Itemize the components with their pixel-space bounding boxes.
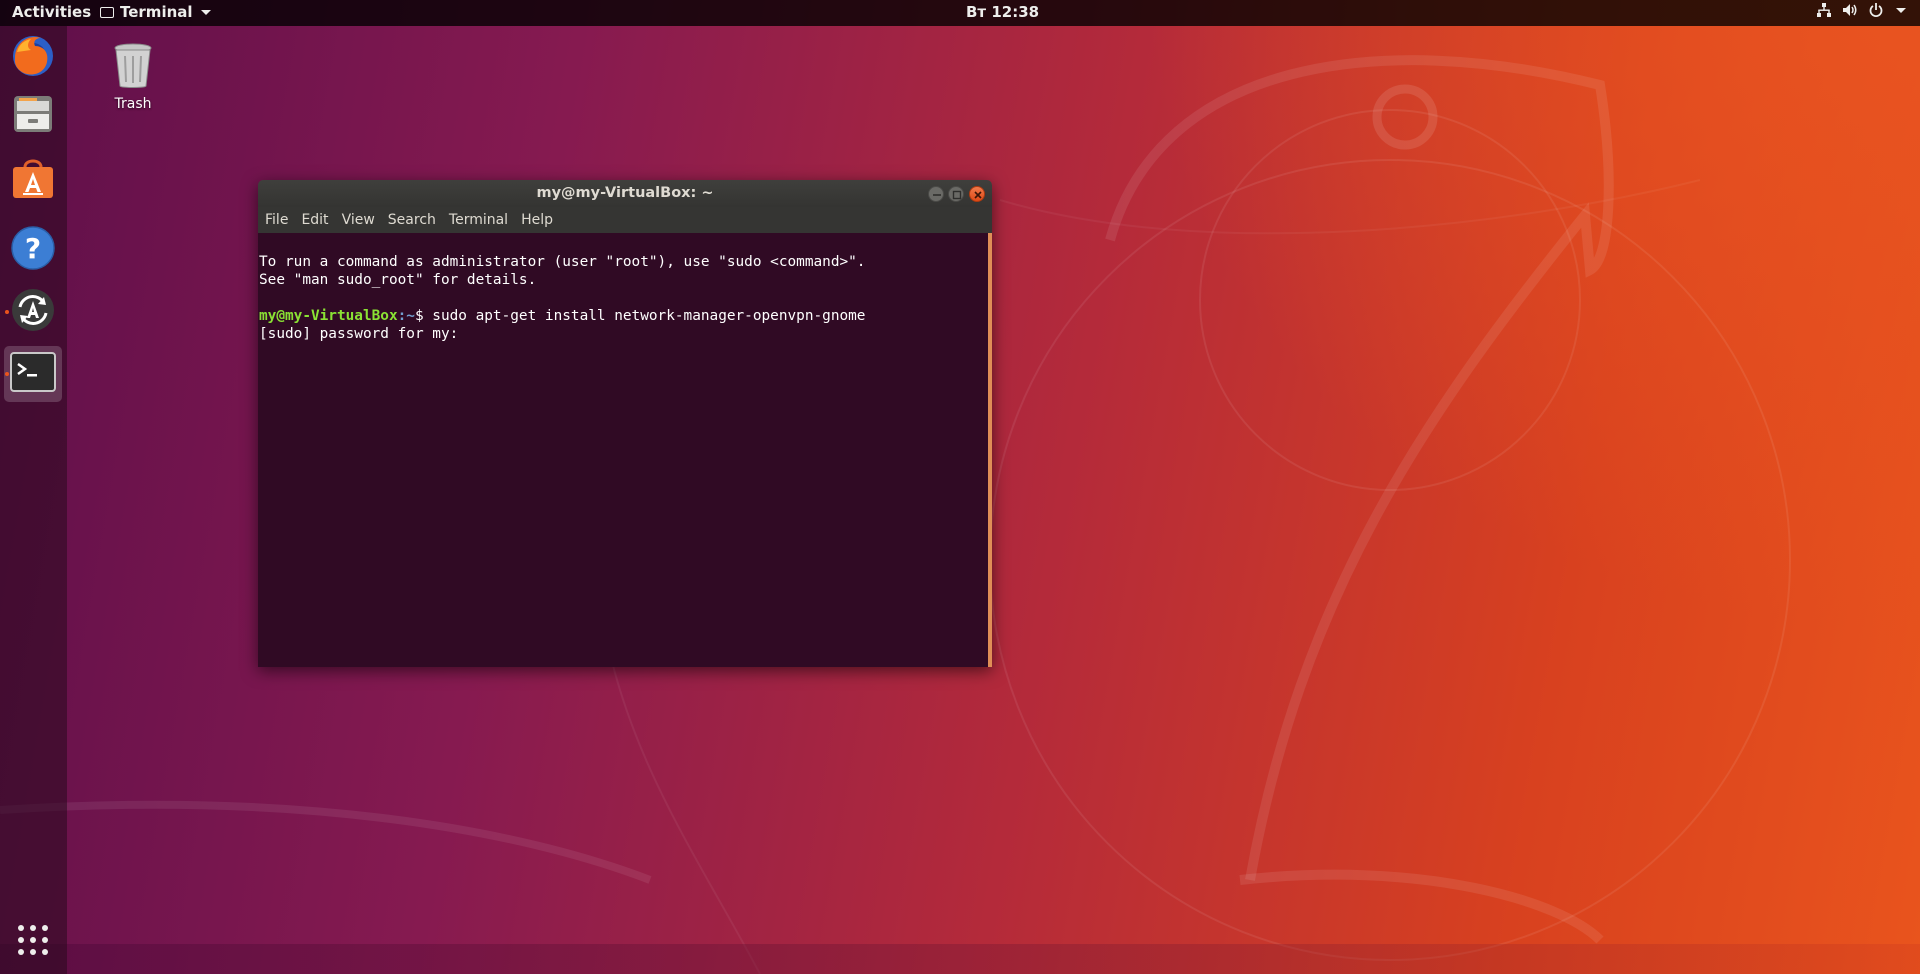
- svg-text:?: ?: [25, 232, 41, 265]
- window-titlebar[interactable]: my@my-VirtualBox: ~: [258, 180, 992, 207]
- firefox-icon: [9, 32, 57, 84]
- dock: ?: [0, 26, 67, 974]
- dock-item-help[interactable]: ?: [4, 222, 62, 278]
- network-icon: [1816, 2, 1832, 18]
- bottom-strip: [0, 944, 1920, 974]
- window-title: my@my-VirtualBox: ~: [536, 185, 714, 201]
- terminal-window[interactable]: my@my-VirtualBox: ~ File Edit View Searc…: [258, 180, 992, 667]
- command-text: sudo apt-get install network-manager-ope…: [432, 308, 866, 324]
- scrollbar[interactable]: [988, 233, 992, 667]
- desktop: Activities Terminal Вт 12:38 ? Trash my@…: [0, 0, 1920, 974]
- prompt-symbol: $: [414, 308, 433, 324]
- files-icon: [11, 92, 55, 140]
- show-applications-button[interactable]: [4, 914, 62, 970]
- terminal-output[interactable]: To run a command as administrator (user …: [258, 233, 992, 667]
- dock-item-firefox[interactable]: [4, 30, 62, 86]
- menu-help[interactable]: Help: [515, 212, 559, 228]
- menu-view[interactable]: View: [336, 212, 381, 228]
- command-line: my@my-VirtualBox:~$ sudo apt-get install…: [259, 307, 865, 325]
- menu-search[interactable]: Search: [382, 212, 442, 228]
- app-menu[interactable]: Terminal: [100, 3, 211, 21]
- minimize-button[interactable]: [928, 186, 944, 202]
- menu-edit[interactable]: Edit: [295, 212, 334, 228]
- chevron-down-icon: [1896, 7, 1906, 13]
- dock-item-terminal[interactable]: [4, 346, 62, 402]
- volume-icon: [1842, 2, 1858, 18]
- running-indicator: [5, 372, 9, 376]
- terminal-icon: [10, 352, 56, 396]
- terminal-mini-icon: [100, 6, 114, 18]
- password-prompt: [sudo] password for my:: [259, 326, 467, 342]
- power-icon: [1868, 2, 1884, 18]
- software-center-icon: [10, 155, 56, 205]
- app-menu-label: Terminal: [120, 3, 193, 21]
- software-updater-icon: [10, 287, 56, 337]
- system-menu[interactable]: [1816, 2, 1906, 18]
- clock[interactable]: Вт 12:38: [966, 3, 1039, 21]
- show-applications-icon: [16, 923, 50, 961]
- menu-bar: File Edit View Search Terminal Help: [258, 207, 992, 233]
- top-bar: Activities Terminal Вт 12:38: [0, 0, 1920, 26]
- running-indicator: [5, 310, 9, 314]
- help-icon: ?: [10, 225, 56, 275]
- close-button[interactable]: [969, 186, 985, 202]
- prompt-user: my@my-VirtualBox: [259, 308, 398, 324]
- activities-button[interactable]: Activities: [12, 3, 91, 21]
- chevron-down-icon: [200, 9, 211, 15]
- dock-item-software-updater[interactable]: [4, 284, 62, 340]
- output-line: See "man sudo_root" for details.: [259, 272, 537, 288]
- trash-label: Trash: [114, 96, 152, 112]
- maximize-button[interactable]: [948, 186, 964, 202]
- trash-icon: [111, 43, 155, 94]
- dock-item-software[interactable]: [4, 152, 62, 208]
- dock-item-files[interactable]: [4, 88, 62, 144]
- prompt-path: :~: [397, 308, 415, 324]
- desktop-trash[interactable]: Trash: [100, 42, 166, 112]
- menu-terminal[interactable]: Terminal: [443, 212, 514, 228]
- output-line: To run a command as administrator (user …: [259, 254, 866, 270]
- menu-file[interactable]: File: [259, 212, 294, 228]
